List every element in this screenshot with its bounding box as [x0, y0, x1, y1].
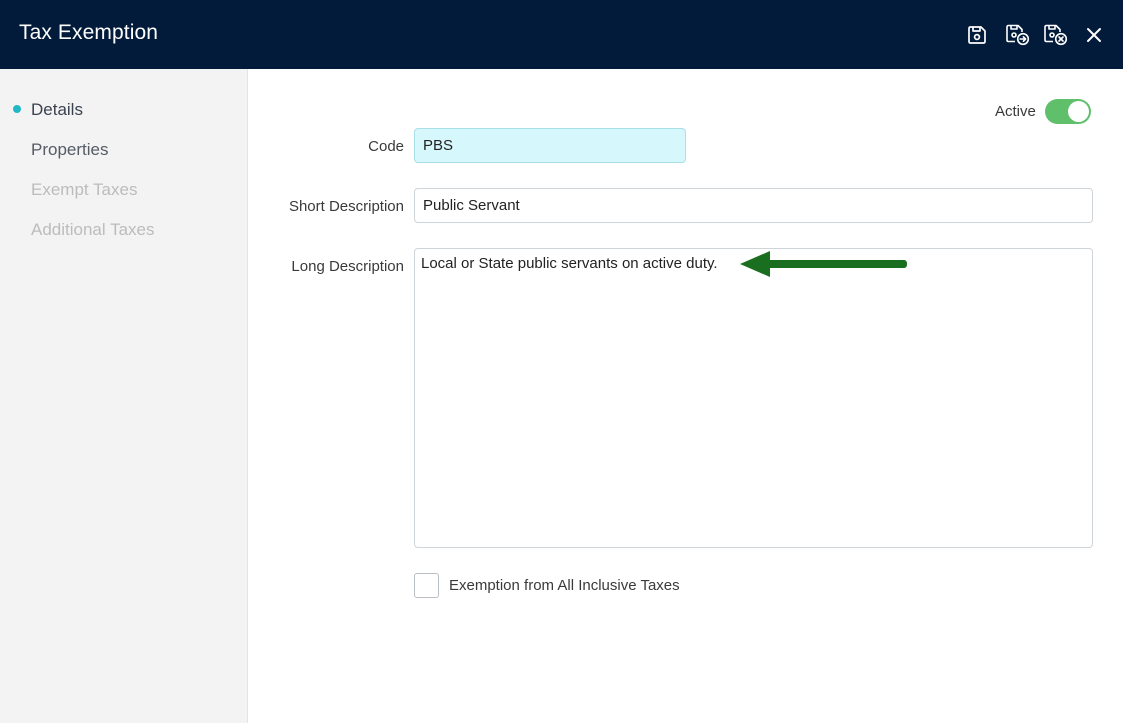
annotation-arrow — [740, 251, 907, 277]
sidebar: Details Properties Exempt Taxes Addition… — [0, 69, 248, 723]
long-description-textarea[interactable]: Local or State public servants on active… — [414, 248, 1093, 548]
save-icon — [968, 26, 986, 44]
sidebar-item-additional-taxes: Additional Taxes — [31, 220, 155, 239]
close-button[interactable] — [1081, 21, 1107, 49]
save-and-close-icon — [1044, 24, 1068, 46]
sidebar-item-details[interactable]: Details — [31, 100, 83, 120]
save-and-close-button[interactable] — [1042, 21, 1070, 49]
title-bar: Tax Exemption — [0, 0, 1123, 69]
close-icon — [1087, 28, 1101, 42]
details-form: Active Code Short Description Long Descr… — [249, 69, 1123, 723]
short-description-input[interactable] — [414, 188, 1093, 223]
save-and-new-button[interactable] — [1004, 21, 1032, 49]
save-button[interactable] — [964, 21, 990, 49]
inclusive-exemption-label: Exemption from All Inclusive Taxes — [449, 577, 680, 594]
window-title: Tax Exemption — [19, 21, 159, 44]
save-and-new-icon — [1006, 24, 1030, 46]
short-description-label: Short Description — [288, 198, 404, 215]
sidebar-item-exempt-taxes: Exempt Taxes — [31, 180, 138, 199]
inclusive-exemption-checkbox[interactable] — [414, 573, 439, 598]
sidebar-item-properties[interactable]: Properties — [31, 140, 108, 160]
code-label: Code — [368, 138, 404, 155]
toggle-knob — [1068, 101, 1089, 122]
active-indicator-dot — [13, 105, 21, 113]
active-label: Active — [995, 103, 1036, 120]
long-description-label: Long Description — [291, 258, 404, 275]
active-toggle[interactable] — [1045, 99, 1091, 124]
code-input[interactable] — [414, 128, 686, 163]
